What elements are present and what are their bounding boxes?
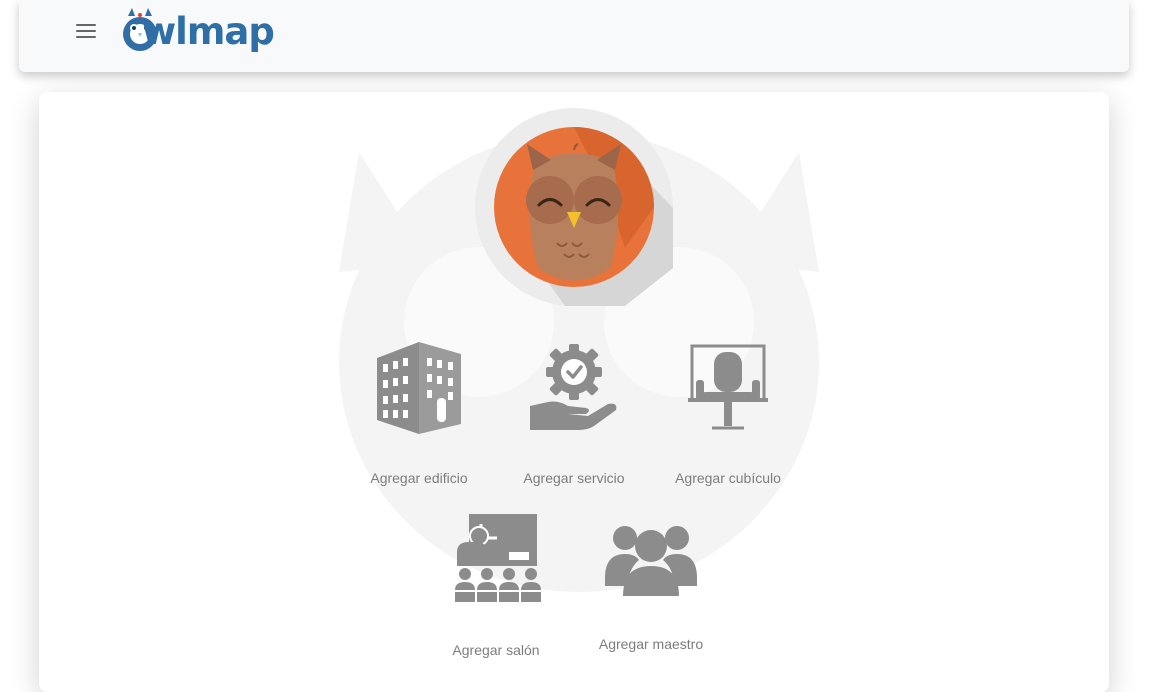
top-navbar: wlmap bbox=[19, 0, 1129, 72]
add-service-label: Agregar servicio bbox=[523, 470, 625, 486]
classroom-icon bbox=[455, 514, 541, 602]
profile-avatar bbox=[475, 108, 673, 306]
owlmap-logo[interactable]: wlmap bbox=[120, 4, 275, 60]
add-cubicle-label: Agregar cubículo bbox=[675, 470, 781, 486]
hamburger-menu-icon[interactable] bbox=[75, 20, 97, 42]
add-teacher-button[interactable]: Agregar maestro bbox=[576, 520, 726, 652]
logo-wordmark: wlmap bbox=[142, 10, 275, 53]
add-cubicle-button[interactable]: Agregar cubículo bbox=[653, 344, 803, 486]
add-building-button[interactable]: Agregar edificio bbox=[344, 340, 494, 486]
cubicle-chair-icon bbox=[688, 344, 768, 430]
add-building-label: Agregar edificio bbox=[370, 470, 468, 486]
add-teacher-label: Agregar maestro bbox=[598, 636, 704, 652]
building-icon bbox=[377, 342, 461, 434]
add-classroom-label: Agregar salón bbox=[452, 642, 540, 658]
admin-card: Agregar edificio Agregar servicio Agrega… bbox=[39, 92, 1109, 692]
add-service-button[interactable]: Agregar servicio bbox=[499, 342, 649, 486]
hand-gear-service-icon bbox=[530, 344, 617, 430]
users-group-icon bbox=[605, 526, 697, 596]
add-classroom-button[interactable]: Agregar salón bbox=[421, 514, 571, 658]
owl-avatar-icon bbox=[475, 108, 673, 306]
